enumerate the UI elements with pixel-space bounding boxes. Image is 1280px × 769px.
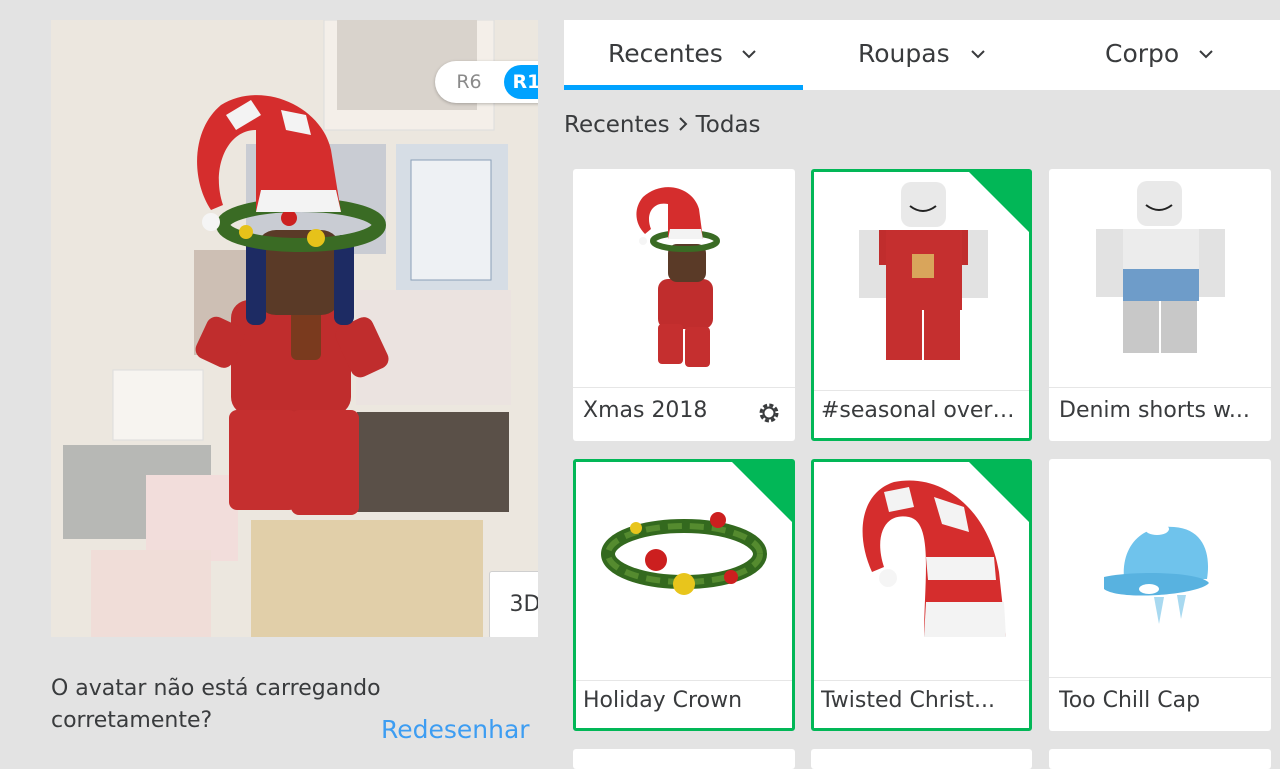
chevron-down-icon bbox=[1199, 50, 1213, 59]
breadcrumb: Recentes Todas bbox=[564, 112, 761, 138]
tab-label: Roupas bbox=[858, 39, 950, 68]
tab-corpo[interactable]: Corpo bbox=[1042, 20, 1280, 90]
card-divider bbox=[576, 680, 792, 681]
category-tabs: Recentes Roupas Corpo bbox=[564, 20, 1280, 90]
item-card-partial[interactable] bbox=[573, 749, 795, 769]
item-thumbnail bbox=[1049, 169, 1271, 387]
cap-thumbnail-image bbox=[1104, 523, 1209, 624]
card-divider bbox=[814, 680, 1029, 681]
item-name: Denim shorts w... bbox=[1059, 398, 1250, 423]
rig-r6-option[interactable]: R6 bbox=[440, 65, 498, 99]
item-card-partial[interactable] bbox=[811, 749, 1032, 769]
tab-label: Corpo bbox=[1105, 39, 1180, 68]
card-divider bbox=[1049, 387, 1271, 388]
tab-label: Recentes bbox=[608, 39, 723, 68]
item-card-holiday-crown[interactable]: Holiday Crown bbox=[573, 459, 795, 731]
gear-icon[interactable] bbox=[756, 400, 782, 426]
item-card-denim-shorts[interactable]: Denim shorts w... bbox=[1049, 169, 1271, 441]
redraw-link[interactable]: Redesenhar bbox=[381, 715, 530, 744]
item-card-too-chill-cap[interactable]: Too Chill Cap bbox=[1049, 459, 1271, 731]
rig-type-toggle[interactable]: R6 R15 bbox=[435, 61, 538, 103]
item-card-xmas-2018[interactable]: Xmas 2018 bbox=[573, 169, 795, 441]
chevron-down-icon bbox=[742, 50, 756, 59]
breadcrumb-parent[interactable]: Recentes bbox=[564, 112, 670, 138]
tab-roupas[interactable]: Roupas bbox=[803, 20, 1042, 90]
item-name: Twisted Christ... bbox=[821, 688, 996, 713]
card-divider bbox=[573, 387, 795, 388]
card-divider bbox=[1049, 677, 1271, 678]
avatar-scene-image bbox=[51, 20, 538, 637]
checkmark-corner-icon bbox=[966, 172, 1029, 235]
avatar-preview[interactable]: R6 R15 3D bbox=[51, 20, 538, 637]
active-tab-indicator bbox=[564, 85, 803, 90]
item-thumbnail bbox=[1049, 459, 1271, 677]
chevron-right-icon bbox=[678, 117, 688, 131]
card-divider bbox=[814, 390, 1029, 391]
outfit-thumbnail-image bbox=[636, 187, 720, 367]
tab-recentes[interactable]: Recentes bbox=[564, 20, 803, 90]
item-thumbnail bbox=[573, 169, 795, 387]
item-card-partial[interactable] bbox=[1049, 749, 1271, 769]
breadcrumb-current: Todas bbox=[695, 112, 761, 138]
item-name: Too Chill Cap bbox=[1059, 688, 1201, 713]
pants-thumbnail-image bbox=[1096, 181, 1225, 353]
checkmark-corner-icon bbox=[729, 462, 792, 525]
avatar-loading-question: O avatar não está carregando corretament… bbox=[51, 676, 381, 733]
item-card-seasonal-oversized[interactable]: #seasonal overs... bbox=[811, 169, 1032, 441]
checkmark-corner-icon bbox=[966, 462, 1029, 525]
item-name: Holiday Crown bbox=[583, 688, 743, 713]
chevron-down-icon bbox=[971, 50, 985, 59]
item-card-twisted-christmas-hat[interactable]: Twisted Christ... bbox=[811, 459, 1032, 731]
rig-r15-option[interactable]: R15 bbox=[504, 65, 538, 99]
view-3d-button[interactable]: 3D bbox=[489, 571, 538, 637]
item-name: Xmas 2018 bbox=[583, 398, 708, 423]
item-name: #seasonal overs... bbox=[821, 398, 1021, 423]
